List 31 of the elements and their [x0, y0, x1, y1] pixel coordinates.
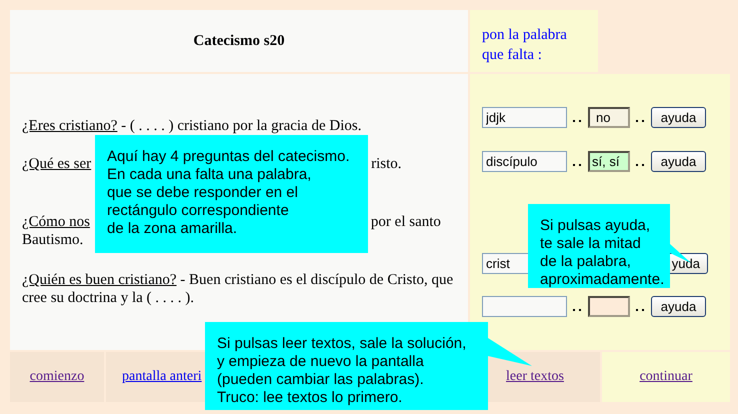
- nav-link[interactable]: comienzo: [30, 369, 84, 385]
- dots-icon: [636, 120, 645, 123]
- question-text: ¿Eres cristiano? - ( . . . . ) cristiano por la gracia de Dios.: [22, 117, 362, 135]
- question-text: ¿Qué es ser: [22, 155, 92, 173]
- nav-link[interactable]: leer textos: [506, 369, 564, 385]
- help-tooltip: Si pulsas ayuda, te sale la mitad de la palabra, aproximadamente.: [528, 204, 670, 288]
- question-text: ¿Quién es buen cristiano? - Buen cristiano es el discípulo de Cristo, que cree su doctrina y la ( . . . . ).: [22, 271, 454, 307]
- nav-link[interactable]: pantalla anteri: [122, 369, 202, 385]
- question-text: ¿Cómo nos: [22, 213, 90, 231]
- answer-text: risto.: [371, 155, 402, 173]
- dots-icon: [573, 164, 582, 167]
- page-title: Catecismo s20: [193, 32, 285, 50]
- answer-field[interactable]: [482, 296, 567, 316]
- result-box: sí, sí: [588, 150, 630, 172]
- help-button[interactable]: ayuda: [651, 106, 706, 128]
- answer-field[interactable]: jdjk: [482, 106, 567, 128]
- help-button[interactable]: ayuda: [651, 296, 706, 316]
- answer-field[interactable]: discípulo: [482, 150, 567, 172]
- answer-text: Bautismo.: [22, 231, 84, 249]
- help-button[interactable]: ayuda: [651, 150, 706, 172]
- dots-icon: [573, 120, 582, 123]
- tooltip-pointer: [488, 338, 533, 367]
- dots-icon: [636, 164, 645, 167]
- result-box: no: [588, 106, 630, 128]
- dots-icon: [573, 309, 582, 312]
- dots-icon: [636, 309, 645, 312]
- instruction-text: pon la palabra que falta :: [482, 26, 568, 65]
- answer-text: por el santo: [370, 213, 441, 231]
- help-tooltip: Aquí hay 4 preguntas del catecismo. En cada una falta una palabra, que se debe responder en el rectángulo correspondiente de la zona amarilla.: [95, 135, 368, 253]
- nav-link[interactable]: continuar: [640, 369, 692, 385]
- help-tooltip: Si pulsas leer textos, sale la solución, y empieza de nuevo la pantalla (pueden cambiar las palabras). Truco: lee textos lo primero.: [205, 322, 488, 410]
